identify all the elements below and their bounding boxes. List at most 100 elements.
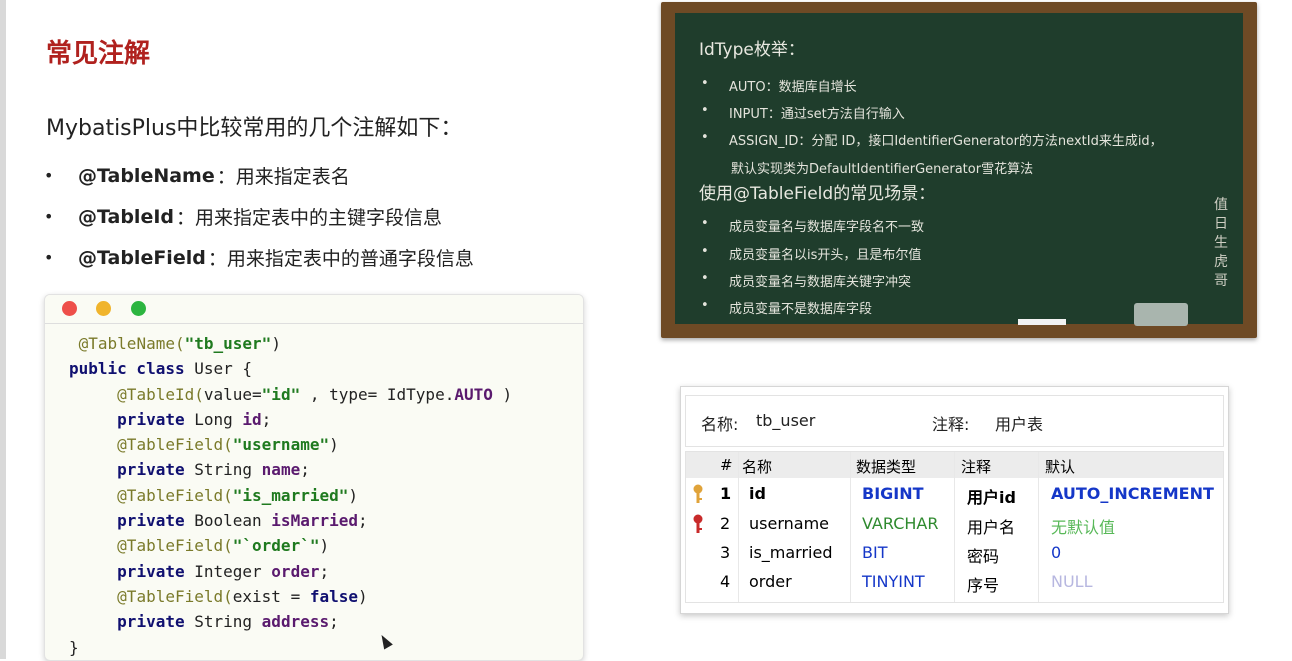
cell-comment: 用户id — [967, 488, 1016, 507]
annotation-list: • @TableName ：用来指定表名 • @TableId ：用来指定表中的… — [44, 155, 474, 278]
blackboard-item: • 成员变量名与数据库关键字冲突 — [701, 271, 911, 290]
code-token: public class — [69, 359, 195, 379]
table-row[interactable]: 4 order TINYINT 序号 NULL — [686, 567, 1223, 596]
table-row[interactable]: 3 is_married BIT 密码 0 — [686, 538, 1223, 567]
cell-type: BIT — [862, 543, 888, 562]
blackboard-title-idtype: IdType枚举： — [699, 40, 805, 60]
code-token: value= — [203, 384, 262, 404]
annotation-desc: ：用来指定表中的普通字段信息 — [207, 248, 474, 270]
signature-char: 日 — [1214, 216, 1228, 232]
cell-num: 1 — [720, 484, 732, 503]
signature-char: 生 — [1214, 235, 1228, 251]
annotation-name: @TableId — [78, 205, 175, 228]
cell-default: 无默认值 — [1051, 518, 1116, 537]
code-token: "is_married" — [232, 485, 349, 505]
cell-default: AUTO_INCREMENT — [1051, 484, 1214, 503]
blackboard-item-text: 成员变量不是数据库字段 — [729, 302, 873, 317]
annotation-desc: ：用来指定表中的主键字段信息 — [176, 207, 443, 229]
blackboard-item: • 成员变量名以is开头，且是布尔值 — [701, 244, 921, 263]
table-row[interactable]: 2 username VARCHAR 用户名 无默认值 — [686, 509, 1223, 538]
code-token: private — [117, 561, 195, 581]
code-token: id — [242, 409, 262, 429]
code-line: private String name; — [69, 457, 512, 482]
code-line: @TableField("username") — [69, 432, 512, 457]
annotation-name: @TableName — [78, 164, 215, 187]
code-line: @TableField(exist = false) — [69, 584, 512, 609]
code-token: Integer — [194, 561, 272, 581]
annotation-desc: ：用来指定表名 — [216, 166, 350, 188]
code-token: , type= IdType. — [300, 384, 455, 404]
blackboard-item-text: ASSIGN_ID：分配 ID，接口IdentifierGenerator的方法… — [729, 134, 1163, 149]
column-table: # 名称 数据类型 注释 默认 1 id BIGINT 用户id AUTO_IN… — [685, 451, 1224, 603]
code-token: ; — [261, 409, 272, 429]
cell-type: BIGINT — [862, 484, 924, 503]
column-header: 名称 — [742, 458, 773, 476]
code-token: @TableField( — [117, 586, 233, 606]
bullet-icon: • — [44, 207, 54, 226]
code-token: ; — [319, 561, 330, 581]
blackboard-item-text: 成员变量名与数据库字段名不一致 — [729, 220, 925, 235]
column-header: # — [720, 456, 733, 474]
code-token: isMarried — [271, 511, 358, 531]
cell-name: username — [749, 514, 829, 533]
intro-text: MybatisPlus中比较常用的几个注解如下： — [46, 116, 463, 141]
table-comment-label: 注释: — [932, 415, 970, 434]
column-header: 默认 — [1045, 458, 1076, 476]
maximize-dot-icon[interactable] — [131, 301, 146, 316]
code-window: @TableName("tb_user") public class User {… — [44, 294, 584, 661]
code-token: Boolean — [194, 511, 272, 531]
code-token: ) — [329, 435, 339, 455]
signature-char: 哥 — [1214, 273, 1228, 289]
bullet-icon: • — [701, 76, 709, 91]
cell-type: VARCHAR — [862, 514, 939, 533]
code-token: ) — [271, 334, 281, 353]
code-token: Long — [194, 409, 243, 429]
cell-num: 3 — [720, 543, 731, 562]
code-token: exist = — [232, 586, 310, 606]
bullet-icon: • — [701, 130, 709, 145]
cell-name: is_married — [749, 543, 833, 562]
cell-type: TINYINT — [862, 572, 925, 591]
code-token: "id" — [261, 384, 301, 404]
code-token: ) — [319, 536, 330, 556]
code-token: ) — [358, 586, 368, 606]
table-comment-value: 用户表 — [995, 415, 1044, 434]
blackboard-item: • 成员变量不是数据库字段 — [701, 298, 872, 317]
blackboard-item-text: 成员变量名以is开头，且是布尔值 — [729, 248, 922, 263]
cell-name: id — [749, 484, 766, 503]
code-line: } — [69, 635, 512, 660]
code-token: ; — [300, 460, 310, 480]
code-block: @TableName("tb_user") public class User {… — [69, 331, 512, 660]
cell-default: 0 — [1051, 543, 1062, 562]
code-token: @TableName( — [78, 334, 185, 353]
table-row[interactable]: 1 id BIGINT 用户id AUTO_INCREMENT — [686, 479, 1223, 508]
signature-char: 虎 — [1214, 254, 1228, 270]
column-header: 数据类型 — [856, 458, 917, 476]
code-window-titlebar — [45, 295, 583, 324]
unique-key-icon — [693, 514, 703, 533]
code-token: } — [69, 637, 79, 657]
annotation-name: @TableField — [78, 246, 206, 269]
bullet-icon: • — [701, 271, 709, 286]
code-token: name — [261, 460, 301, 480]
code-token: address — [261, 612, 330, 632]
table-name-value: tb_user — [756, 411, 816, 430]
code-token: @TableId( — [117, 384, 204, 404]
minimize-dot-icon[interactable] — [96, 301, 111, 316]
code-token: ) — [348, 485, 358, 505]
blackboard-item-text: AUTO：数据库自增长 — [729, 80, 857, 95]
code-token: String — [194, 612, 262, 632]
blackboard-item: • AUTO：数据库自增长 — [701, 76, 857, 95]
code-token: "username" — [232, 435, 330, 455]
table-name-label: 名称: — [701, 415, 739, 434]
cell-comment: 密码 — [967, 547, 1000, 566]
code-token: private — [117, 460, 195, 480]
close-dot-icon[interactable] — [62, 301, 77, 316]
code-line: @TableField("is_married") — [69, 483, 512, 508]
code-line: private Boolean isMarried; — [69, 508, 512, 533]
code-line: @TableId(value="id" , type= IdType.AUTO … — [69, 382, 512, 407]
board-eraser — [1134, 303, 1188, 326]
blackboard-item-continuation: 默认实现类为DefaultIdentifierGenerator雪花算法 — [731, 162, 1034, 177]
code-token: String — [194, 460, 262, 480]
code-token: AUTO — [454, 384, 493, 404]
